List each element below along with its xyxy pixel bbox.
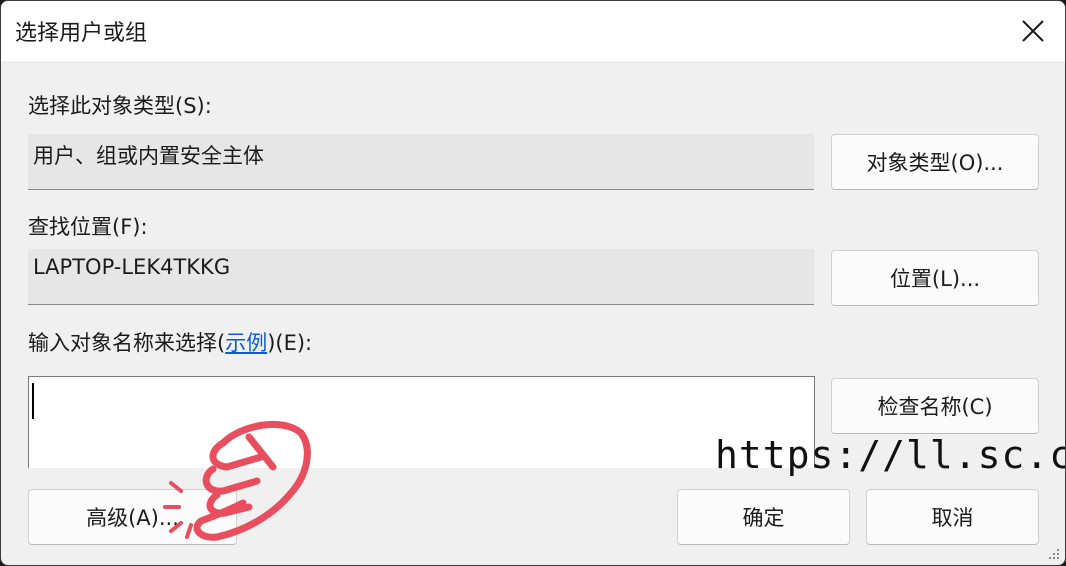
check-names-button[interactable]: 检查名称(C) [831, 378, 1039, 434]
object-names-input[interactable] [28, 376, 815, 468]
text-caret [32, 383, 34, 419]
location-label: 查找位置(F): [28, 215, 148, 239]
close-button[interactable] [1001, 1, 1065, 61]
location-value: LAPTOP-LEK4TKKG [33, 255, 231, 279]
pointing-hand-icon [163, 420, 311, 541]
locations-button[interactable]: 位置(L)... [831, 250, 1039, 306]
object-type-value: 用户、组或内置安全主体 [33, 144, 264, 168]
select-users-dialog: 选择用户或组 选择此对象类型(S): 用户、组或内置安全主体 对象类型(O)..… [0, 0, 1066, 566]
object-type-label: 选择此对象类型(S): [28, 94, 212, 118]
close-icon [1022, 20, 1044, 42]
dialog-title: 选择用户或组 [15, 21, 148, 46]
location-field: LAPTOP-LEK4TKKG [28, 249, 814, 305]
object-names-label-suffix: )(E): [267, 331, 313, 355]
title-bar: 选择用户或组 [1, 1, 1065, 61]
object-types-button[interactable]: 对象类型(O)... [831, 134, 1039, 190]
watermark-text: https://ll.sc.cn [715, 433, 1066, 477]
object-names-label: 输入对象名称来选择(示例)(E): [28, 327, 312, 357]
object-type-field: 用户、组或内置安全主体 [28, 134, 814, 190]
cancel-button[interactable]: 取消 [866, 489, 1039, 545]
examples-link[interactable]: 示例 [225, 331, 267, 355]
resize-grip-icon[interactable] [1047, 547, 1061, 561]
ok-button[interactable]: 确定 [677, 489, 850, 545]
object-names-label-prefix: 输入对象名称来选择( [28, 331, 226, 355]
